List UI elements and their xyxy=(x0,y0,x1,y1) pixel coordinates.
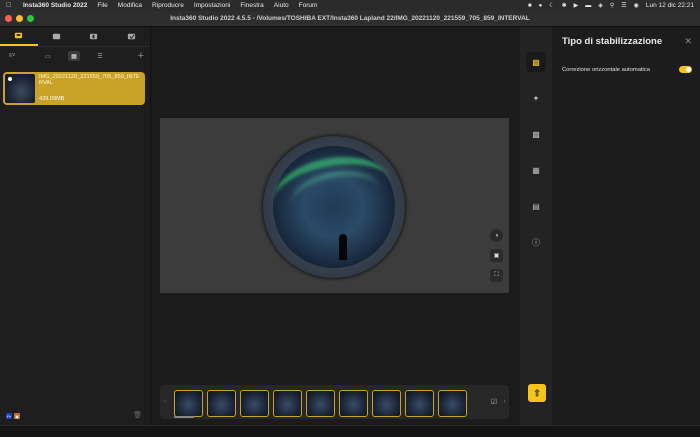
reframe-icon[interactable]: ▣ xyxy=(490,249,503,262)
timeline-frame[interactable] xyxy=(339,390,368,417)
horizon-correction-row: Correzione orizzontale automatica xyxy=(562,66,692,73)
info-icon[interactable]: ⓘ xyxy=(526,232,546,252)
timeline-scrollbar[interactable] xyxy=(174,416,194,418)
status-app-icon[interactable]: ■ xyxy=(528,3,532,9)
file-size: 439.09MB xyxy=(39,95,65,102)
file-card-selected[interactable]: IMG_20221120_221559_705_859_INTERVAL 439… xyxy=(3,72,145,105)
window-titlebar: Insta360 Studio 2022 4.5.5 - /Volumes/TO… xyxy=(0,11,700,27)
tab-tasks[interactable]: 120 xyxy=(113,27,167,46)
battery-icon[interactable]: ▬ xyxy=(585,3,591,9)
tab-imported[interactable] xyxy=(75,27,113,46)
moon-icon[interactable]: ☾ xyxy=(549,2,554,9)
format-icons: Pr ▣ xyxy=(6,413,20,419)
grid-view-icon[interactable]: ▦ xyxy=(68,51,80,61)
select-frames-icon[interactable]: ☑ xyxy=(491,398,497,406)
folder-icon xyxy=(52,33,60,40)
camera-folder-icon xyxy=(15,32,23,39)
horizon-correction-toggle[interactable] xyxy=(679,66,692,73)
import-folder-icon xyxy=(90,33,98,40)
timeline-frame[interactable] xyxy=(273,390,302,417)
menu-playback[interactable]: Riproducre xyxy=(152,2,184,9)
plugin-tool-icon[interactable]: ✦ xyxy=(526,88,546,108)
menubar-clock[interactable]: Lun 12 dic 22:21 xyxy=(646,2,694,9)
library-tabs: 120 xyxy=(0,27,167,47)
menu-help[interactable]: Aiuto xyxy=(274,2,289,9)
stabilization-tool-icon[interactable]: ▩ xyxy=(526,52,546,72)
finalcut-icon[interactable]: ▣ xyxy=(14,413,20,419)
siri-icon[interactable]: ◉ xyxy=(634,2,639,9)
macos-menubar:  Insta360 Studio 2022 File Modifica Rip… xyxy=(0,0,700,11)
apple-icon[interactable]:  xyxy=(6,2,14,10)
menu-app-name[interactable]: Insta360 Studio 2022 xyxy=(23,2,87,9)
window-controls xyxy=(5,15,34,22)
menu-file[interactable]: File xyxy=(97,2,107,9)
wifi-icon[interactable]: ◈ xyxy=(598,2,603,9)
library-toolbar: ≡˅ ▭ ▦ ☰ + xyxy=(0,47,150,65)
tab-camera-files[interactable] xyxy=(0,27,38,46)
status-app-icon-2[interactable]: ● xyxy=(539,3,543,9)
ai-edit-tool-icon[interactable]: ▩ xyxy=(526,124,546,144)
zoom-window-button[interactable] xyxy=(27,15,34,22)
menu-window[interactable]: Finestra xyxy=(240,2,263,9)
timeline-frame[interactable] xyxy=(438,390,467,417)
tool-rail: ▩ ✦ ▩ ▦ ▤ ⓘ ⇧ xyxy=(520,27,552,425)
control-center-icon[interactable]: ☰ xyxy=(621,2,626,9)
menubar-status-area: ■ ● ☾ ✱ ▶ ▬ ◈ ⚲ ☰ ◉ Lun 12 dic 22:21 xyxy=(528,2,694,9)
add-file-icon[interactable]: + xyxy=(138,50,144,62)
file-thumbnail xyxy=(5,74,35,103)
fullscreen-icon[interactable]: ⛶ xyxy=(490,269,503,282)
play-icon[interactable]: ▶ xyxy=(574,2,579,9)
timeline-frame[interactable] xyxy=(207,390,236,417)
tasks-icon xyxy=(127,33,135,40)
panel-title: Tipo di stabilizzazione xyxy=(562,36,663,47)
color-tool-icon[interactable]: ▦ xyxy=(526,160,546,180)
view-mode-icon[interactable]: ◑ xyxy=(490,229,503,242)
timeline-left-arrow-icon[interactable]: ‹ xyxy=(164,398,166,405)
close-window-button[interactable] xyxy=(5,15,12,22)
layers-tool-icon[interactable]: ▤ xyxy=(526,196,546,216)
preview-area: ◑ ▣ ⛶ ‹ ☑ ‹ xyxy=(152,27,520,425)
timeline-frame[interactable] xyxy=(372,390,401,417)
export-button[interactable]: ⇧ xyxy=(528,384,546,402)
file-name: IMG_20221120_221559_705_859_INTERVAL xyxy=(39,74,140,87)
stabilization-settings-panel: Tipo di stabilizzazione ✕ Correzione ori… xyxy=(552,27,700,425)
timeline-frame[interactable] xyxy=(240,390,269,417)
window-status-strip xyxy=(0,425,700,437)
list-view-icon[interactable]: ☰ xyxy=(94,51,106,61)
timeline-collapse-icon[interactable]: ‹ xyxy=(504,398,506,405)
window-title: Insta360 Studio 2022 4.5.5 - /Volumes/TO… xyxy=(170,15,530,22)
timeline-frames xyxy=(174,390,467,417)
tab-local-files[interactable] xyxy=(38,27,76,46)
tiny-planet-preview[interactable] xyxy=(263,136,405,278)
select-check-icon[interactable] xyxy=(7,76,13,82)
minimize-window-button[interactable] xyxy=(16,15,23,22)
menu-settings[interactable]: Impostazioni xyxy=(194,2,231,9)
timeline-frame[interactable] xyxy=(174,390,203,417)
search-icon[interactable]: ⚲ xyxy=(610,2,614,9)
trash-icon[interactable]: 🗑 xyxy=(133,411,142,419)
menu-forum[interactable]: Forum xyxy=(299,2,318,9)
sort-icon[interactable]: ≡˅ xyxy=(6,51,18,61)
media-library-panel: 120 ≡˅ ▭ ▦ ☰ + IMG_20221120_221559_705_8… xyxy=(0,27,167,425)
timeline-frame[interactable] xyxy=(405,390,434,417)
horizon-correction-label: Correzione orizzontale automatica xyxy=(562,66,650,73)
timeline-strip[interactable]: ‹ ☑ ‹ xyxy=(160,385,509,419)
close-icon[interactable]: ✕ xyxy=(684,36,692,47)
planet-rim-graphic xyxy=(263,136,405,278)
premiere-icon[interactable]: Pr xyxy=(6,413,12,419)
bluetooth-icon[interactable]: ✱ xyxy=(562,2,567,9)
timeline-frame[interactable] xyxy=(306,390,335,417)
large-thumbnail-view-icon[interactable]: ▭ xyxy=(42,51,54,61)
preview-canvas[interactable]: ◑ ▣ ⛶ xyxy=(160,118,509,293)
file-info: IMG_20221120_221559_705_859_INTERVAL 439… xyxy=(39,74,143,103)
menu-edit[interactable]: Modifica xyxy=(118,2,142,9)
